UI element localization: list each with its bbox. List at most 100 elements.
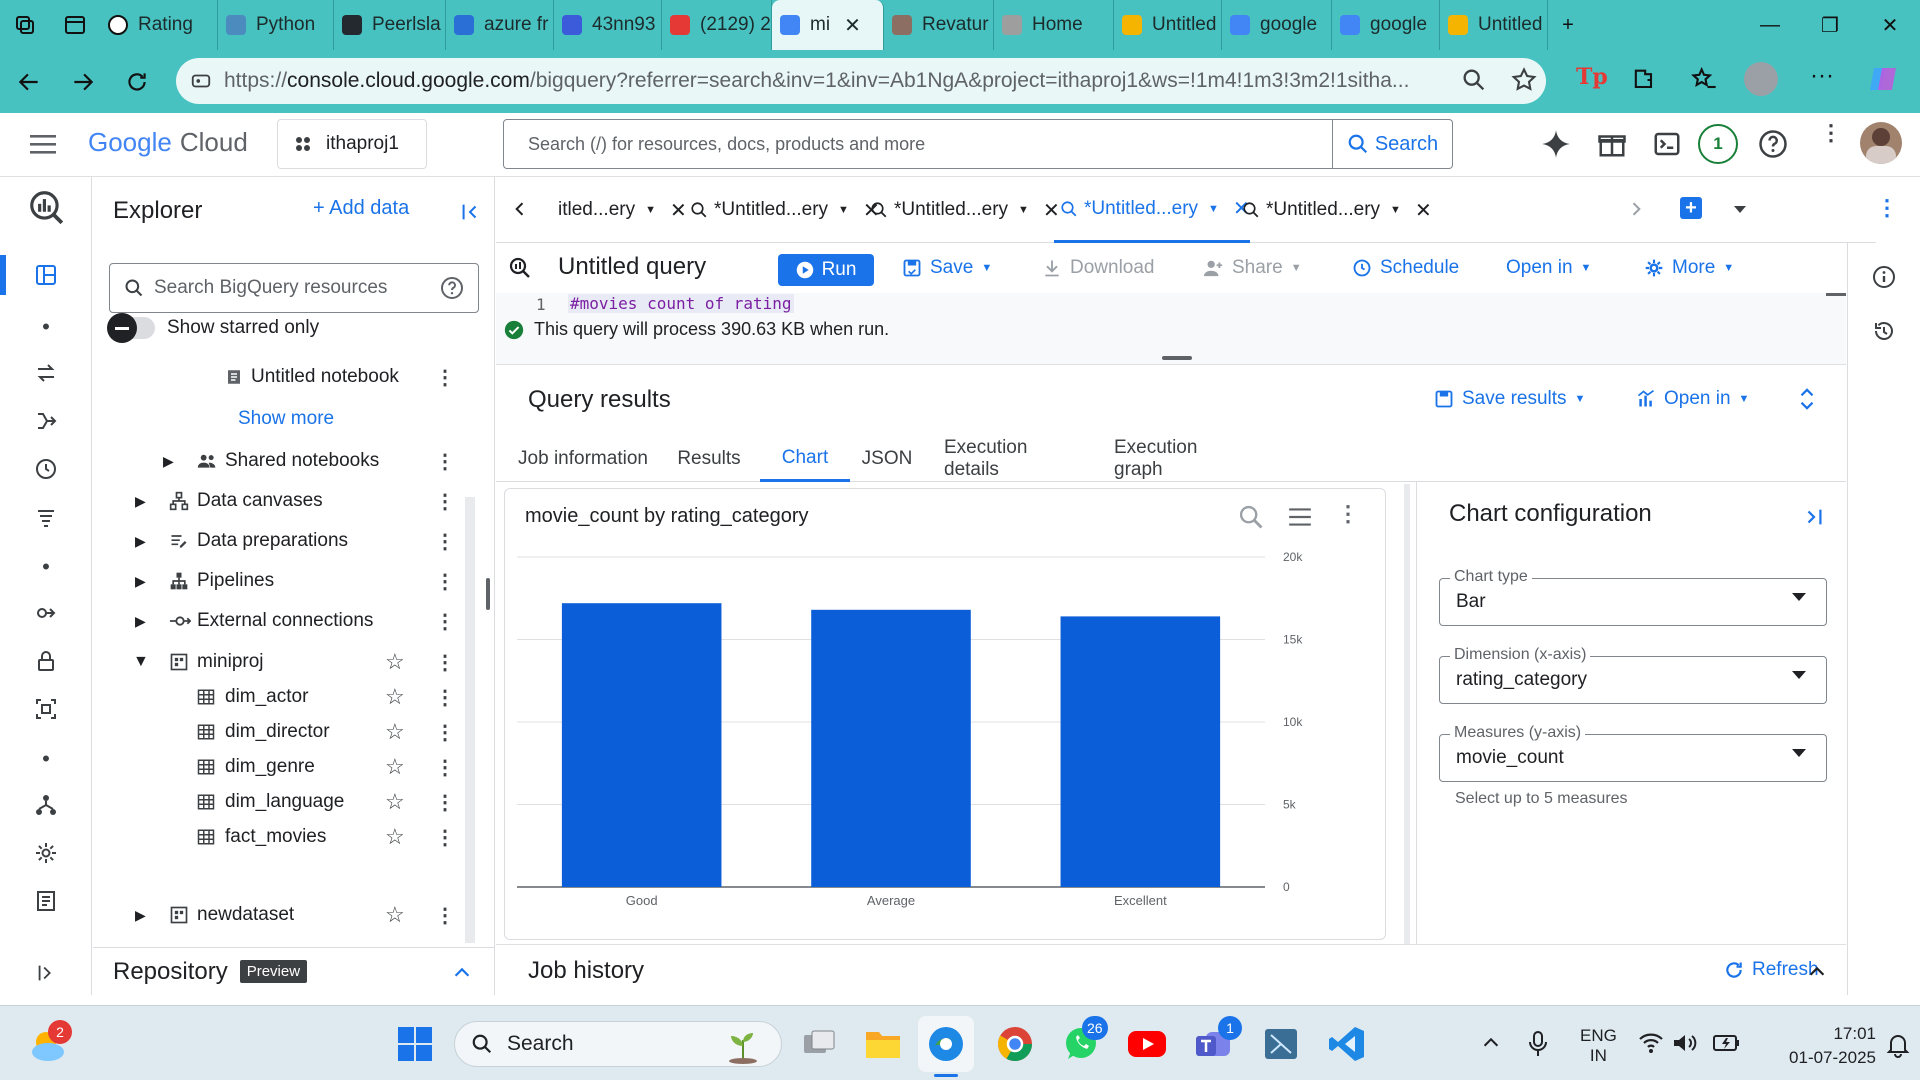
- tab-menu-caret-icon[interactable]: ▼: [1208, 203, 1219, 215]
- code-line[interactable]: #movies count of rating: [568, 294, 794, 313]
- browser-tab[interactable]: Untitled: [1114, 0, 1222, 50]
- results-tab[interactable]: Chart: [760, 436, 850, 482]
- browser-tab[interactable]: azure fr: [446, 0, 554, 50]
- new-tab-button[interactable]: +: [1548, 0, 1588, 50]
- tab-menu-caret-icon[interactable]: ▼: [838, 204, 849, 216]
- tabs-scroll-right-icon[interactable]: [1626, 199, 1646, 219]
- browser-tab[interactable]: Untitled: [1440, 0, 1548, 50]
- profile-avatar[interactable]: [1744, 62, 1778, 96]
- vscode-icon[interactable]: [1326, 1023, 1368, 1065]
- show-starred-toggle[interactable]: Show starred only: [107, 313, 319, 343]
- expand-caret-icon[interactable]: ▶: [163, 453, 174, 470]
- close-window-button[interactable]: ✕: [1860, 0, 1920, 50]
- run-button[interactable]: Run: [778, 254, 874, 286]
- tree-item-dataset-miniproj[interactable]: ▼ miniproj ☆ ⋮: [93, 642, 495, 682]
- workspaces-icon[interactable]: [0, 0, 50, 50]
- chart-type-select[interactable]: Chart type Bar: [1439, 568, 1827, 626]
- query-tab[interactable]: *Untitled...ery ▼ ✕: [684, 177, 880, 243]
- tree-item-table[interactable]: dim_genre ☆ ⋮: [93, 747, 495, 787]
- bar-good[interactable]: [561, 603, 722, 887]
- tree-item-data-preparations[interactable]: ▶ Data preparations ⋮: [93, 521, 495, 561]
- forward-arrow-icon[interactable]: [56, 55, 110, 109]
- more-icon[interactable]: ⋮: [435, 903, 455, 928]
- more-icon[interactable]: ⋮: [435, 449, 455, 474]
- results-tab[interactable]: Execution details: [944, 436, 1084, 482]
- browser-tab[interactable]: mi ✕: [772, 0, 884, 50]
- tree-item-shared-notebooks[interactable]: ▶ Shared notebooks ⋮: [93, 441, 495, 481]
- project-picker[interactable]: ithaproj1: [277, 119, 427, 169]
- youtube-icon[interactable]: [1126, 1023, 1168, 1065]
- editor-resize-handle[interactable]: [1162, 356, 1192, 360]
- open-in-button[interactable]: Open in ▼: [1506, 251, 1591, 285]
- save-button[interactable]: Save ▼: [902, 251, 992, 285]
- browser-tab[interactable]: Revatur: [884, 0, 994, 50]
- expand-results-icon[interactable]: [1796, 386, 1818, 412]
- add-data-button[interactable]: + Add data: [313, 197, 409, 220]
- release-notes-icon[interactable]: [24, 885, 68, 917]
- favorites-icon[interactable]: [1690, 66, 1718, 94]
- transfers-icon[interactable]: [24, 357, 68, 389]
- bar-average[interactable]: [811, 609, 971, 887]
- gift-icon[interactable]: [1597, 129, 1627, 159]
- explorer-resize-handle[interactable]: [486, 578, 490, 610]
- main-menu-icon[interactable]: [30, 132, 58, 156]
- more-icon[interactable]: ⋮: [435, 685, 455, 710]
- expand-caret-icon[interactable]: ▶: [135, 613, 146, 630]
- account-avatar[interactable]: [1860, 122, 1902, 164]
- chevron-up-icon[interactable]: [1806, 961, 1828, 983]
- tree-item-data-canvases[interactable]: ▶ Data canvases ⋮: [93, 481, 495, 521]
- bigquery-logo-icon[interactable]: [24, 191, 68, 225]
- expand-caret-icon[interactable]: ▶: [135, 907, 146, 924]
- battery-charging-icon[interactable]: [1712, 1032, 1742, 1054]
- scheduled-queries-icon[interactable]: [24, 453, 68, 485]
- expand-rail-icon[interactable]: [24, 957, 68, 989]
- collapse-explorer-icon[interactable]: [459, 201, 481, 223]
- results-open-in-button[interactable]: Open in ▼: [1636, 388, 1749, 410]
- measures-select[interactable]: Measures (y-axis) movie_count: [1439, 724, 1827, 782]
- history-icon[interactable]: [1872, 319, 1896, 343]
- star-icon[interactable]: ☆: [385, 754, 405, 780]
- browser-tab[interactable]: Home: [994, 0, 1114, 50]
- extension-tp-icon[interactable]: Tp: [1576, 64, 1608, 90]
- tabs-more-icon[interactable]: ⋮: [1876, 195, 1898, 221]
- collapse-config-icon[interactable]: [1803, 506, 1825, 528]
- tab-menu-caret-icon[interactable]: ▼: [1390, 204, 1401, 216]
- back-arrow-icon[interactable]: [2, 55, 56, 109]
- query-tab[interactable]: *Untitled...ery ▼ ✕: [864, 177, 1060, 243]
- show-hidden-icons[interactable]: [1480, 1032, 1502, 1054]
- tree-item-table[interactable]: dim_language ☆ ⋮: [93, 782, 495, 822]
- results-tab[interactable]: Execution graph: [1114, 436, 1244, 482]
- notification-bell-icon[interactable]: [1886, 1032, 1910, 1058]
- query-tab[interactable]: *Untitled...ery ▼ ✕: [1236, 177, 1432, 243]
- capacity-icon[interactable]: [24, 693, 68, 725]
- query-tab[interactable]: *Untitled...ery ▼ ✕: [1054, 177, 1250, 243]
- cloud-shell-icon[interactable]: [1652, 129, 1682, 159]
- windows-start-icon[interactable]: [394, 1023, 436, 1065]
- extensions-puzzle-icon[interactable]: [1630, 66, 1658, 94]
- remote-desktop-icon[interactable]: [1260, 1023, 1302, 1065]
- more-icon[interactable]: ⋮: [435, 489, 455, 514]
- star-icon[interactable]: ☆: [385, 719, 405, 745]
- results-tab[interactable]: Results: [674, 436, 744, 482]
- gemini-spark-icon[interactable]: [1541, 129, 1571, 159]
- volume-icon[interactable]: [1672, 1032, 1698, 1054]
- query-title[interactable]: Untitled query: [558, 253, 706, 281]
- dimension-select[interactable]: Dimension (x-axis) rating_category: [1439, 646, 1827, 704]
- copilot-icon[interactable]: [1868, 64, 1900, 94]
- address-bar[interactable]: https://console.cloud.google.com/bigquer…: [176, 58, 1546, 104]
- schedule-button[interactable]: Schedule: [1352, 251, 1459, 285]
- zoom-icon[interactable]: [1460, 66, 1488, 94]
- bookmark-star-icon[interactable]: [1510, 66, 1538, 94]
- browser-tab[interactable]: google: [1332, 0, 1440, 50]
- browser-tab[interactable]: 43nn93: [554, 0, 662, 50]
- tree-item-table[interactable]: dim_director ☆ ⋮: [93, 712, 495, 752]
- browser-tab[interactable]: (2129) 2: [662, 0, 772, 50]
- list-icon[interactable]: [24, 501, 68, 533]
- more-icon[interactable]: ⋮: [435, 790, 455, 815]
- save-results-button[interactable]: Save results ▼: [1434, 388, 1585, 410]
- chevron-up-icon[interactable]: [451, 962, 473, 984]
- results-tab[interactable]: Job information: [518, 436, 648, 482]
- clock-area[interactable]: 17:01 01-07-2025: [1756, 1022, 1876, 1070]
- tree-item-table[interactable]: fact_movies ☆ ⋮: [93, 817, 495, 857]
- repository-section[interactable]: Repository Preview: [93, 947, 495, 995]
